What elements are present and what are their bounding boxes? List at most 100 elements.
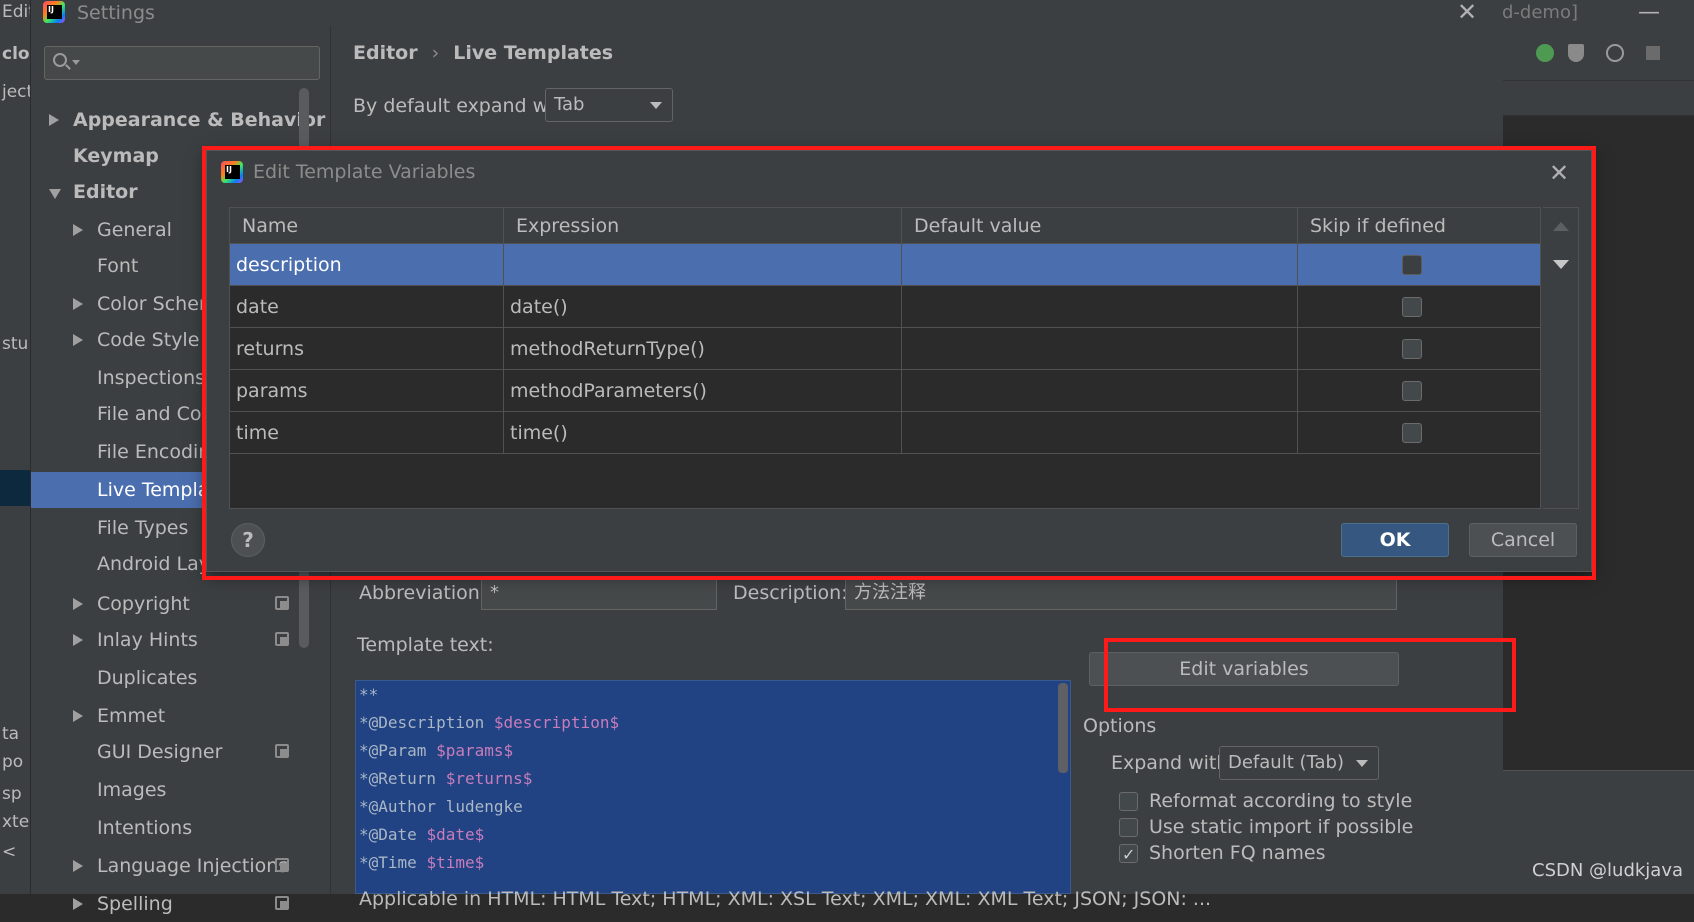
sidebar-item-label: File Types — [97, 517, 189, 539]
abbreviation-input[interactable]: * — [481, 576, 717, 610]
project-scope-icon — [275, 858, 289, 872]
sidebar-item-label: Images — [97, 779, 167, 801]
stop-icon[interactable] — [1646, 46, 1660, 60]
ide-background-left: Edit clou ject stu ta po sp xter < — [0, 0, 42, 894]
annotation-dialog-highlight — [202, 146, 1596, 580]
breadcrumb: Editor › Live Templates — [353, 42, 613, 64]
sidebar-item[interactable]: Language Injections — [31, 848, 321, 884]
template-text-editor[interactable]: ** *@Description $description$ *@Param $pa… — [355, 680, 1071, 894]
chevron-right-icon[interactable] — [73, 298, 83, 310]
options-expand-label: Expand with — [1111, 752, 1229, 774]
annotation-edit-variables-highlight — [1104, 638, 1516, 712]
sidebar-item[interactable]: Images — [31, 772, 321, 808]
ide-title-fragment: d-demo] — [1502, 2, 1578, 23]
chevron-down-icon — [1356, 760, 1368, 767]
options-expand-select[interactable]: Default (Tab) — [1219, 746, 1379, 780]
chevron-right-icon[interactable] — [73, 598, 83, 610]
description-label: Description: — [733, 582, 848, 604]
sidebar-item-label: Code Style — [97, 329, 200, 351]
chevron-right-icon[interactable] — [73, 224, 83, 236]
sidebar-item-label: Keymap — [73, 145, 159, 167]
ide-toolbar: d-demo] — — [1502, 0, 1694, 80]
checkbox[interactable] — [1119, 818, 1138, 837]
breadcrumb-separator-icon: › — [431, 42, 440, 64]
template-line: *@Author ludengke — [359, 793, 523, 821]
template-line: *@Return $returns$ — [359, 765, 532, 793]
options-title: Options — [1083, 715, 1157, 737]
ide-fragment: ject — [2, 82, 34, 102]
chevron-right-icon[interactable] — [49, 114, 59, 126]
template-line-text: *@Param — [359, 741, 437, 760]
sidebar-item-label: Copyright — [97, 593, 190, 615]
template-line-text: ** — [359, 685, 379, 704]
chevron-right-icon[interactable] — [73, 860, 83, 872]
debug-icon[interactable] — [1536, 44, 1554, 62]
sidebar-item[interactable]: Copyright — [31, 586, 321, 622]
chevron-right-icon[interactable] — [73, 334, 83, 346]
search-history-dropdown-icon[interactable] — [72, 60, 80, 65]
default-expand-row: By default expand with — [353, 88, 573, 124]
default-expand-select[interactable]: Tab — [545, 88, 673, 122]
sidebar-item-label: GUI Designer — [97, 741, 223, 763]
template-line-text: *@Date — [359, 825, 427, 844]
sidebar-item[interactable]: Duplicates — [31, 660, 321, 696]
settings-search-input[interactable] — [44, 46, 320, 80]
default-expand-value: Tab — [554, 94, 585, 115]
watermark: CSDN @ludkjava — [1532, 860, 1684, 881]
breadcrumb-current: Live Templates — [453, 42, 614, 64]
intellij-logo-icon — [43, 1, 65, 23]
project-scope-icon — [275, 744, 289, 758]
settings-close-icon[interactable]: ✕ — [1455, 0, 1479, 24]
template-variable: $description$ — [493, 713, 620, 732]
ide-fragment: po — [2, 752, 24, 772]
applicable-contexts[interactable]: Applicable in HTML: HTML Text; HTML; XML… — [359, 888, 1211, 910]
project-scope-icon — [275, 632, 289, 646]
template-text-label: Template text: — [357, 634, 494, 656]
template-variable: $date$ — [426, 825, 485, 844]
sidebar-item[interactable]: GUI Designer — [31, 734, 321, 770]
search-icon — [53, 53, 67, 67]
template-variable: $params$ — [436, 741, 514, 760]
template-line: *@Description $description$ — [359, 709, 619, 737]
sidebar-item-label: Editor — [73, 181, 138, 203]
breadcrumb-parent[interactable]: Editor — [353, 42, 418, 64]
sidebar-item[interactable]: Emmet — [31, 698, 321, 734]
minimize-icon[interactable]: — — [1638, 0, 1660, 25]
settings-titlebar: Settings ✕ — [31, 0, 1503, 26]
template-line-text: *@Author ludengke — [359, 797, 523, 816]
options-expand-value: Default (Tab) — [1228, 752, 1345, 773]
sidebar-item[interactable]: Intentions — [31, 810, 321, 846]
sidebar-item-label: Inspections — [97, 367, 206, 389]
template-line-text: *@Description — [359, 713, 494, 732]
template-editor-scrollbar[interactable] — [1058, 683, 1068, 773]
sidebar-item-label: Spelling — [97, 893, 173, 915]
check-icon: ✓ — [1122, 845, 1136, 864]
template-line-text: *@Return — [359, 769, 446, 788]
sidebar-item-label: Language Injections — [97, 855, 289, 877]
chevron-right-icon[interactable] — [73, 634, 83, 646]
description-input[interactable]: 方法注释 — [845, 576, 1397, 610]
checkbox-label: Reformat according to style — [1149, 790, 1413, 812]
chevron-down-icon — [650, 102, 662, 109]
ide-selected-row — [0, 470, 30, 506]
chevron-right-icon[interactable] — [73, 898, 83, 910]
sidebar-item[interactable]: Spelling — [31, 886, 321, 922]
sidebar-item-label: Intentions — [97, 817, 193, 839]
template-line: *@Date $date$ — [359, 821, 484, 849]
sidebar-item[interactable]: Appearance & Behavior — [31, 102, 325, 138]
ide-tab-strip — [1502, 80, 1694, 116]
template-line: ** — [359, 681, 378, 709]
checkbox[interactable] — [1119, 792, 1138, 811]
coverage-icon[interactable] — [1568, 44, 1584, 62]
profile-icon[interactable] — [1606, 44, 1624, 62]
sidebar-item-label: Inlay Hints — [97, 629, 198, 651]
chevron-down-icon[interactable] — [49, 189, 61, 199]
ide-fragment: ta — [2, 724, 20, 744]
sidebar-item-label: Font — [97, 255, 139, 277]
ide-fragment: < — [2, 842, 17, 862]
chevron-right-icon[interactable] — [73, 710, 83, 722]
sidebar-item[interactable]: Inlay Hints — [31, 622, 321, 658]
sidebar-item-label: Duplicates — [97, 667, 198, 689]
checkbox[interactable]: ✓ — [1119, 844, 1138, 864]
checkbox-label: Use static import if possible — [1149, 816, 1414, 838]
